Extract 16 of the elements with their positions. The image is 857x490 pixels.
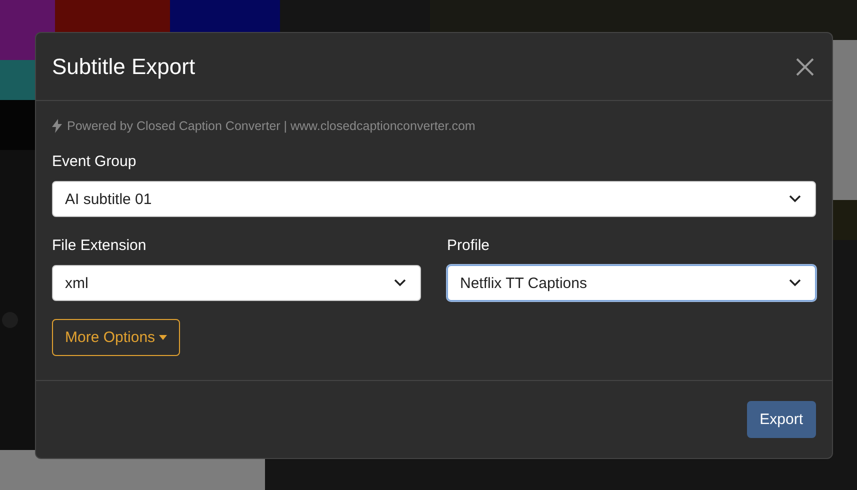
field-label: File Extension bbox=[52, 237, 148, 254]
caret-icon bbox=[159, 335, 168, 340]
dropdown-select[interactable]: Netflix TT Captions bbox=[447, 265, 816, 301]
chevron-down-icon bbox=[789, 195, 801, 203]
field-label: Event Group bbox=[52, 153, 138, 170]
more-options-button[interactable]: More Options bbox=[52, 319, 180, 356]
chevron-down-icon bbox=[789, 279, 801, 287]
field-label: Profile bbox=[447, 237, 491, 254]
export-button[interactable]: Export bbox=[746, 401, 816, 438]
credit-text: Powered by Closed Caption Converter | www.closedcaptionconverter.com bbox=[67, 119, 476, 133]
dropdown-select[interactable]: AI subtitle 01 bbox=[52, 181, 816, 217]
dialog-title: Subtitle Export bbox=[52, 54, 196, 80]
dropdown-select[interactable]: xml bbox=[52, 265, 421, 301]
chevron-down-icon bbox=[394, 279, 406, 287]
close-icon bbox=[796, 58, 814, 76]
lightning-icon bbox=[52, 119, 62, 133]
